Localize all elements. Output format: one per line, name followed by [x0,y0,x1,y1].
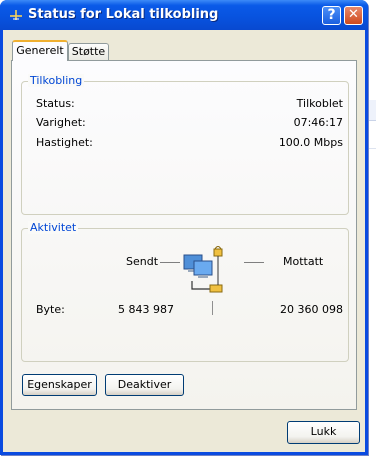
properties-button[interactable]: Egenskaper [22,374,97,396]
speed-label: Hastighet: [36,136,93,149]
dialog-client: Generelt Støtte Tilkobling Status: Tilko… [3,30,365,452]
network-activity-icon [183,246,223,293]
received-line [244,262,264,263]
disable-button[interactable]: Deaktiver [105,374,184,396]
tab-generelt[interactable]: Generelt [12,40,68,61]
tab-strip: Generelt Støtte [3,30,365,61]
window-title: Status for Lokal tilkobling [28,7,219,22]
received-label: Mottatt [283,255,324,268]
bytes-sent-value: 5 843 987 [118,303,174,316]
bytes-divider [212,301,213,315]
title-bar[interactable]: Status for Lokal tilkobling ? ✕ [0,0,368,30]
bytes-received-value: 20 360 098 [280,303,343,316]
network-connection-icon [10,10,22,20]
speed-value: 100.0 Mbps [278,136,343,149]
sent-label: Sendt [126,255,159,268]
tab-stotte[interactable]: Støtte [68,43,109,61]
close-button[interactable]: Lukk [287,421,360,444]
activity-group-title: Aktivitet [28,221,79,234]
connection-group: Tilkobling Status: Tilkoblet Varighet: 0… [21,74,349,215]
close-icon[interactable]: ✕ [344,6,363,25]
bytes-label: Byte: [36,303,65,316]
status-dialog: Status for Lokal tilkobling ? ✕ Generelt… [0,0,368,455]
tab-panel-generelt: Tilkobling Status: Tilkoblet Varighet: 0… [11,60,357,410]
sent-line [160,262,180,263]
connection-group-title: Tilkobling [28,74,85,87]
help-icon[interactable]: ? [322,6,341,25]
duration-label: Varighet: [36,116,86,129]
status-label: Status: [36,97,75,110]
status-value: Tilkoblet [296,97,343,110]
duration-value: 07:46:17 [293,116,343,129]
